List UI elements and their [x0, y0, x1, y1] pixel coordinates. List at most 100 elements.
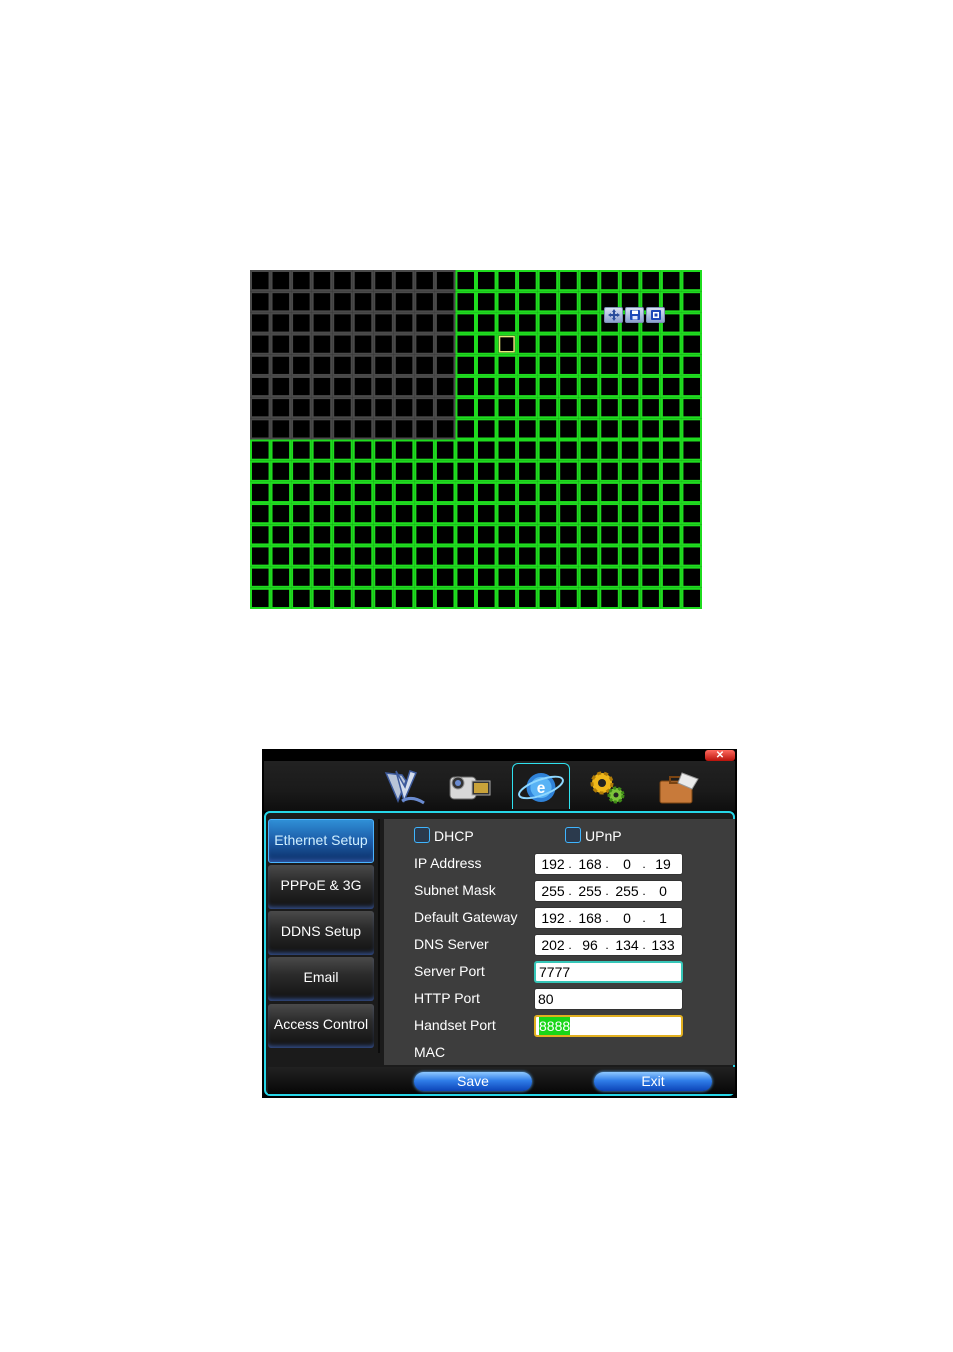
grid-cell-active[interactable]: [558, 566, 579, 588]
grid-cell-active[interactable]: [578, 545, 600, 567]
grid-cell-active[interactable]: [332, 503, 353, 525]
grid-cell-active[interactable]: [250, 545, 271, 567]
grid-cell-active[interactable]: [517, 397, 538, 419]
grid-cell-active[interactable]: [352, 587, 374, 609]
grid-cell-active[interactable]: [660, 545, 682, 567]
grid-cell-active[interactable]: [619, 503, 641, 525]
grid-cell-active[interactable]: [332, 439, 353, 461]
grid-cell-active[interactable]: [599, 418, 620, 440]
tab-record[interactable]: [376, 765, 430, 809]
grid-cell-active[interactable]: [517, 545, 538, 567]
grid-cell-active[interactable]: [660, 354, 682, 376]
grid-cell-active[interactable]: [578, 375, 600, 398]
grid-cell-active[interactable]: [578, 460, 600, 482]
grid-cell-active[interactable]: [291, 587, 312, 609]
grid-cell-inactive[interactable]: [393, 397, 415, 419]
grid-cell-active[interactable]: [537, 503, 559, 525]
grid-cell-active[interactable]: [578, 397, 600, 419]
grid-cell-active[interactable]: [393, 503, 415, 525]
grid-cell-active[interactable]: [660, 566, 682, 588]
tab-camera[interactable]: [442, 765, 496, 809]
grid-cell-inactive[interactable]: [270, 418, 292, 440]
grid-cell-active[interactable]: [250, 566, 271, 588]
grid-cell-active[interactable]: [599, 439, 620, 461]
grid-cell-active[interactable]: [455, 418, 476, 440]
grid-cell-active[interactable]: [660, 333, 682, 355]
subnet-mask-input[interactable]: 255 . 255 . 255 . 0: [534, 880, 683, 902]
grid-cell-active[interactable]: [496, 270, 518, 292]
grid-cell-active[interactable]: [352, 439, 374, 461]
grid-cell-active[interactable]: [640, 524, 661, 546]
grid-cell-active[interactable]: [619, 418, 641, 440]
grid-cell-active[interactable]: [681, 397, 702, 419]
grid-cell-active[interactable]: [455, 503, 476, 525]
grid-cell-active[interactable]: [393, 524, 415, 546]
grid-cell-active[interactable]: [660, 270, 682, 292]
grid-cell-active[interactable]: [414, 503, 435, 525]
grid-cell-active[interactable]: [537, 545, 559, 567]
grid-cell-active[interactable]: [681, 524, 702, 546]
grid-cell-active[interactable]: [496, 566, 518, 588]
grid-cell-inactive[interactable]: [250, 418, 271, 440]
save-button[interactable]: Save: [414, 1072, 532, 1091]
grid-cell-active[interactable]: [455, 524, 476, 546]
grid-cell-active[interactable]: [373, 587, 394, 609]
grid-cell-inactive[interactable]: [352, 291, 374, 313]
upnp-checkbox[interactable]: [565, 827, 581, 843]
grid-cell-active[interactable]: [599, 481, 620, 504]
grid-cell-active[interactable]: [640, 439, 661, 461]
grid-cell-active[interactable]: [599, 566, 620, 588]
dns-server-input[interactable]: 202 . 96 . 134 . 133: [534, 934, 683, 956]
grid-cell-active[interactable]: [558, 291, 579, 313]
grid-cell-active[interactable]: [558, 312, 579, 334]
grid-cell-active[interactable]: [291, 545, 312, 567]
grid-cell-active[interactable]: [311, 503, 333, 525]
grid-cell-inactive[interactable]: [250, 333, 271, 355]
grid-cell-active[interactable]: [434, 524, 456, 546]
grid-cell-active[interactable]: [455, 291, 476, 313]
grid-cell-active[interactable]: [599, 354, 620, 376]
grid-cell-inactive[interactable]: [270, 312, 292, 334]
server-port-input[interactable]: 7777: [534, 961, 683, 983]
grid-cell-active[interactable]: [414, 545, 435, 567]
grid-cell-active[interactable]: [311, 439, 333, 461]
grid-cell-inactive[interactable]: [332, 312, 353, 334]
grid-cell-active[interactable]: [681, 439, 702, 461]
grid-cell-active[interactable]: [660, 503, 682, 525]
grid-cell-inactive[interactable]: [311, 270, 333, 292]
grid-cell-inactive[interactable]: [291, 418, 312, 440]
grid-cell-active[interactable]: [517, 354, 538, 376]
grid-cell-inactive[interactable]: [373, 418, 394, 440]
grid-cell-active[interactable]: [250, 587, 271, 609]
grid-cell-active[interactable]: [640, 418, 661, 440]
grid-cell-active[interactable]: [619, 375, 641, 398]
grid-cell-inactive[interactable]: [311, 397, 333, 419]
grid-cell-active[interactable]: [517, 460, 538, 482]
grid-cell-active[interactable]: [373, 545, 394, 567]
grid-cell-active[interactable]: [681, 566, 702, 588]
grid-cell-active[interactable]: [352, 524, 374, 546]
grid-cell-active[interactable]: [250, 524, 271, 546]
grid-cell-active[interactable]: [578, 524, 600, 546]
grid-cell-active[interactable]: [619, 524, 641, 546]
grid-cell-active[interactable]: [270, 524, 292, 546]
grid-cell-inactive[interactable]: [270, 375, 292, 398]
grid-cell-inactive[interactable]: [352, 354, 374, 376]
grid-cell-active[interactable]: [496, 481, 518, 504]
grid-cell-active[interactable]: [311, 481, 333, 504]
grid-cell-active[interactable]: [619, 439, 641, 461]
grid-cell-active[interactable]: [599, 460, 620, 482]
motion-detection-grid[interactable]: [250, 270, 702, 609]
handset-port-input[interactable]: 8888: [534, 1015, 683, 1037]
nav-email[interactable]: Email: [268, 957, 374, 1001]
grid-cell-active[interactable]: [599, 397, 620, 419]
grid-cell-active[interactable]: [681, 270, 702, 292]
grid-cell-inactive[interactable]: [291, 312, 312, 334]
grid-cell-active[interactable]: [537, 524, 559, 546]
tab-settings[interactable]: [582, 765, 636, 809]
grid-cell-active[interactable]: [393, 439, 415, 461]
grid-cell-active[interactable]: [517, 481, 538, 504]
grid-cell-active[interactable]: [414, 439, 435, 461]
grid-cell-active[interactable]: [476, 545, 497, 567]
grid-cell-inactive[interactable]: [270, 291, 292, 313]
